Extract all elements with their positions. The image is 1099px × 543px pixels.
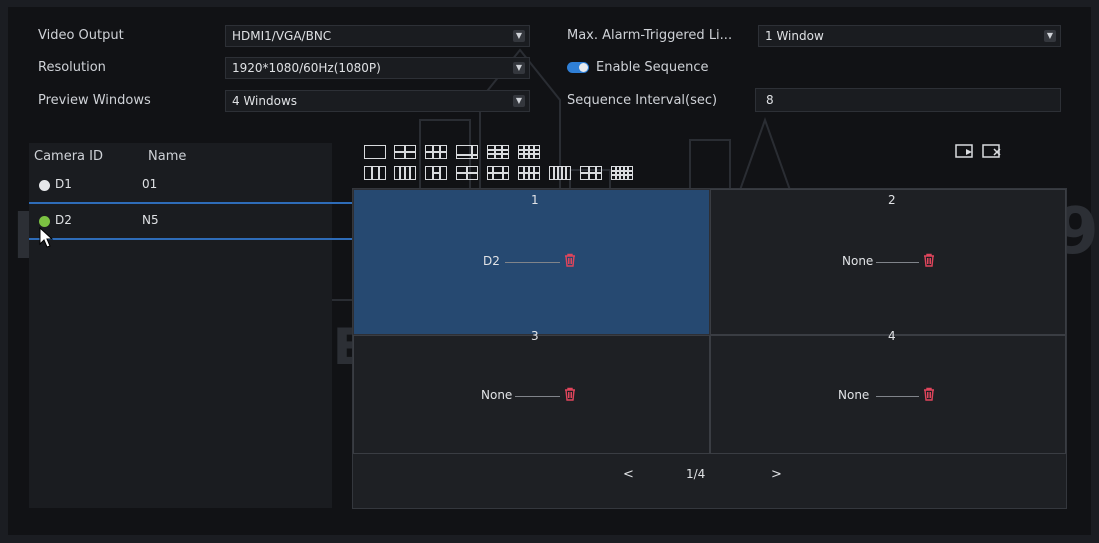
layout-10-icon[interactable] [487,166,509,180]
camera-row-d1[interactable]: D1 01 [29,168,385,204]
chevron-down-icon: ▼ [1044,30,1056,42]
enable-sequence-label: Enable Sequence [596,60,709,75]
layout-6-icon[interactable] [425,145,447,159]
window-number: 1 [531,193,539,207]
resolution-label: Resolution [38,60,106,75]
camera-list-panel: Camera ID Name D1 01 D2 N5 [29,143,385,508]
chevron-down-icon: ▼ [513,30,525,42]
layout-8-icon[interactable] [456,145,478,159]
camera-id: D1 [55,177,72,191]
clear-all-icon[interactable] [982,143,1004,159]
max-alarm-label: Max. Alarm-Triggered Li... [567,28,733,43]
layout-25-icon[interactable] [611,166,633,180]
layout-16-icon[interactable] [518,145,540,159]
resolution-select[interactable]: 1920*1080/60Hz(1080P) ▼ [225,57,530,79]
layout-7-icon[interactable] [456,166,478,180]
preview-window-4[interactable] [710,335,1066,454]
camera-id: D2 [55,213,72,227]
camera-name: 01 [142,177,158,191]
camera-name: N5 [142,213,159,227]
layout-14-icon[interactable] [580,166,602,180]
window-camera: None [481,388,513,402]
camera-id-header: Camera ID [34,149,103,164]
chevron-down-icon: ▼ [513,62,525,74]
window-camera-underline [505,262,560,263]
layout-12-icon[interactable] [518,166,540,180]
layout-4-icon[interactable] [394,145,416,159]
start-sequence-icon[interactable] [955,143,977,159]
window-camera-underline [515,396,560,397]
delete-icon[interactable] [922,387,936,401]
resolution-value: 1920*1080/60Hz(1080P) [232,61,381,75]
enable-sequence-toggle[interactable] [567,62,589,73]
layout-13-icon[interactable] [549,166,571,180]
sequence-interval-input[interactable]: 8 [755,88,1061,112]
delete-icon[interactable] [563,387,577,401]
window-number: 3 [531,329,539,343]
window-camera-underline [876,396,919,397]
camera-name-header: Name [148,149,187,164]
max-alarm-value: 1 Window [765,29,824,43]
window-number: 2 [888,193,896,207]
window-camera-underline [876,262,919,263]
video-output-value: HDMI1/VGA/BNC [232,29,332,43]
camera-row-d2[interactable]: D2 N5 [29,204,385,240]
window-number: 4 [888,329,896,343]
layout-1-icon[interactable] [364,145,386,159]
sequence-interval-label: Sequence Interval(sec) [567,93,718,108]
preview-windows-label: Preview Windows [38,93,151,108]
preview-windows-value: 4 Windows [232,94,298,108]
layout-5-icon[interactable] [394,166,416,180]
layout-3-icon[interactable] [364,166,386,180]
next-page-button[interactable]: > [771,467,782,482]
chevron-down-icon: ▼ [513,95,525,107]
row-divider [29,238,385,240]
preview-windows-select[interactable]: 4 Windows ▼ [225,90,530,112]
delete-icon[interactable] [922,253,936,267]
window-camera: D2 [483,254,500,268]
video-output-label: Video Output [38,28,124,43]
preview-grid [352,188,1067,509]
window-camera: None [842,254,874,268]
video-output-select[interactable]: HDMI1/VGA/BNC ▼ [225,25,530,47]
delete-icon[interactable] [563,253,577,267]
layout-9-icon[interactable] [487,145,509,159]
max-alarm-select[interactable]: 1 Window ▼ [758,25,1061,47]
status-dot-icon [39,180,50,191]
preview-window-3[interactable] [353,335,710,454]
layout-6b-icon[interactable] [425,166,447,180]
mouse-cursor-icon [39,227,54,248]
online-status-icon [39,216,50,227]
window-camera: None [838,388,870,402]
prev-page-button[interactable]: < [623,467,634,482]
page-indicator: 1/4 [686,467,706,481]
